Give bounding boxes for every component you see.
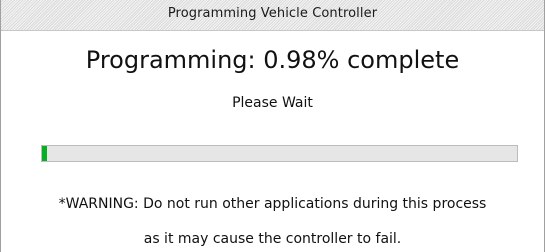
please-wait-text: Please Wait [232, 95, 313, 111]
progress-heading: Programming: 0.98% complete [85, 46, 460, 74]
warning-line-2: as it may cause the controller to fail. [143, 231, 402, 247]
warning-line-1: *WARNING: Do not run other applications … [58, 196, 487, 212]
title-bar[interactable]: Programming Vehicle Controller [1, 0, 544, 31]
progress-bar [41, 145, 518, 162]
warning-message: *WARNING: Do not run other applications … [1, 187, 544, 252]
progress-bar-fill [42, 146, 47, 161]
window-title: Programming Vehicle Controller [167, 6, 378, 21]
programming-dialog: Programming Vehicle Controller Programmi… [0, 0, 545, 252]
